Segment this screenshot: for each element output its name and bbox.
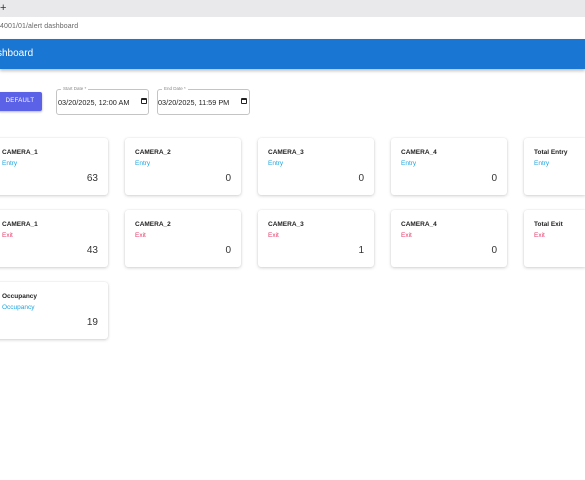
- address-bar[interactable]: 4001/01/alert dashboard: [0, 17, 585, 40]
- entry-card-camera-3: CAMERA_3 Entry 0: [258, 138, 374, 195]
- default-button[interactable]: DEFAULT: [0, 92, 42, 111]
- card-subtitle: Exit: [268, 232, 279, 239]
- start-date-label: Start Date *: [61, 86, 89, 92]
- app-header: shboard: [0, 39, 585, 69]
- card-title: CAMERA_4: [401, 221, 437, 228]
- card-title: CAMERA_3: [268, 149, 304, 156]
- card-count: 0: [225, 173, 231, 184]
- card-title: CAMERA_3: [268, 221, 304, 228]
- card-title: CAMERA_4: [401, 149, 437, 156]
- page-title: shboard: [0, 48, 34, 59]
- card-subtitle: Occupancy: [2, 304, 35, 311]
- card-title: CAMERA_2: [135, 221, 171, 228]
- calendar-icon[interactable]: [141, 98, 147, 104]
- new-tab-button[interactable]: +: [0, 1, 6, 15]
- card-count: 1: [358, 245, 364, 256]
- card-title: CAMERA_1: [2, 149, 38, 156]
- exit-card-camera-1: CAMERA_1 Exit 43: [0, 210, 108, 267]
- card-subtitle: Entry: [135, 160, 151, 167]
- card-subtitle: Exit: [401, 232, 412, 239]
- exit-card-camera-4: CAMERA_4 Exit 0: [391, 210, 507, 267]
- entry-card-camera-4: CAMERA_4 Entry 0: [391, 138, 507, 195]
- card-title: Total Entry: [534, 149, 568, 156]
- card-title: CAMERA_2: [135, 149, 171, 156]
- card-count: 63: [86, 173, 98, 184]
- exit-card-total: Total Exit Exit: [524, 210, 585, 267]
- exit-card-camera-3: CAMERA_3 Exit 1: [258, 210, 374, 267]
- card-title: Total Exit: [534, 221, 563, 228]
- start-date-field[interactable]: Start Date * 03/20/2025, 12:00 AM: [56, 86, 149, 115]
- card-subtitle: Entry: [268, 160, 284, 167]
- card-title: Occupancy: [2, 293, 38, 300]
- card-count: 19: [86, 317, 98, 328]
- calendar-icon[interactable]: [241, 98, 247, 104]
- entry-card-camera-1: CAMERA_1 Entry 63: [0, 138, 108, 195]
- address-url[interactable]: 4001/01/alert dashboard: [0, 23, 78, 30]
- exit-card-camera-2: CAMERA_2 Exit 0: [125, 210, 241, 267]
- card-count: 0: [491, 173, 497, 184]
- card-title: CAMERA_1: [2, 221, 38, 228]
- card-subtitle: Exit: [2, 232, 13, 239]
- card-subtitle: Entry: [401, 160, 417, 167]
- card-subtitle: Exit: [135, 232, 146, 239]
- end-date-label: End Date *: [162, 86, 188, 92]
- card-subtitle: Entry: [534, 160, 550, 167]
- occupancy-card: Occupancy Occupancy 19: [0, 282, 108, 339]
- card-count: 0: [491, 245, 497, 256]
- browser-tab-strip: +: [0, 0, 585, 17]
- card-count: 0: [225, 245, 231, 256]
- card-subtitle: Entry: [2, 160, 18, 167]
- card-count: 43: [86, 245, 98, 256]
- card-count: 0: [358, 173, 364, 184]
- entry-card-camera-2: CAMERA_2 Entry 0: [125, 138, 241, 195]
- end-date-value[interactable]: 03/20/2025, 11:59 PM: [158, 98, 229, 107]
- start-date-value[interactable]: 03/20/2025, 12:00 AM: [58, 98, 129, 107]
- entry-card-total: Total Entry Entry: [524, 138, 585, 195]
- card-subtitle: Exit: [534, 232, 545, 239]
- end-date-field[interactable]: End Date * 03/20/2025, 11:59 PM: [157, 86, 250, 115]
